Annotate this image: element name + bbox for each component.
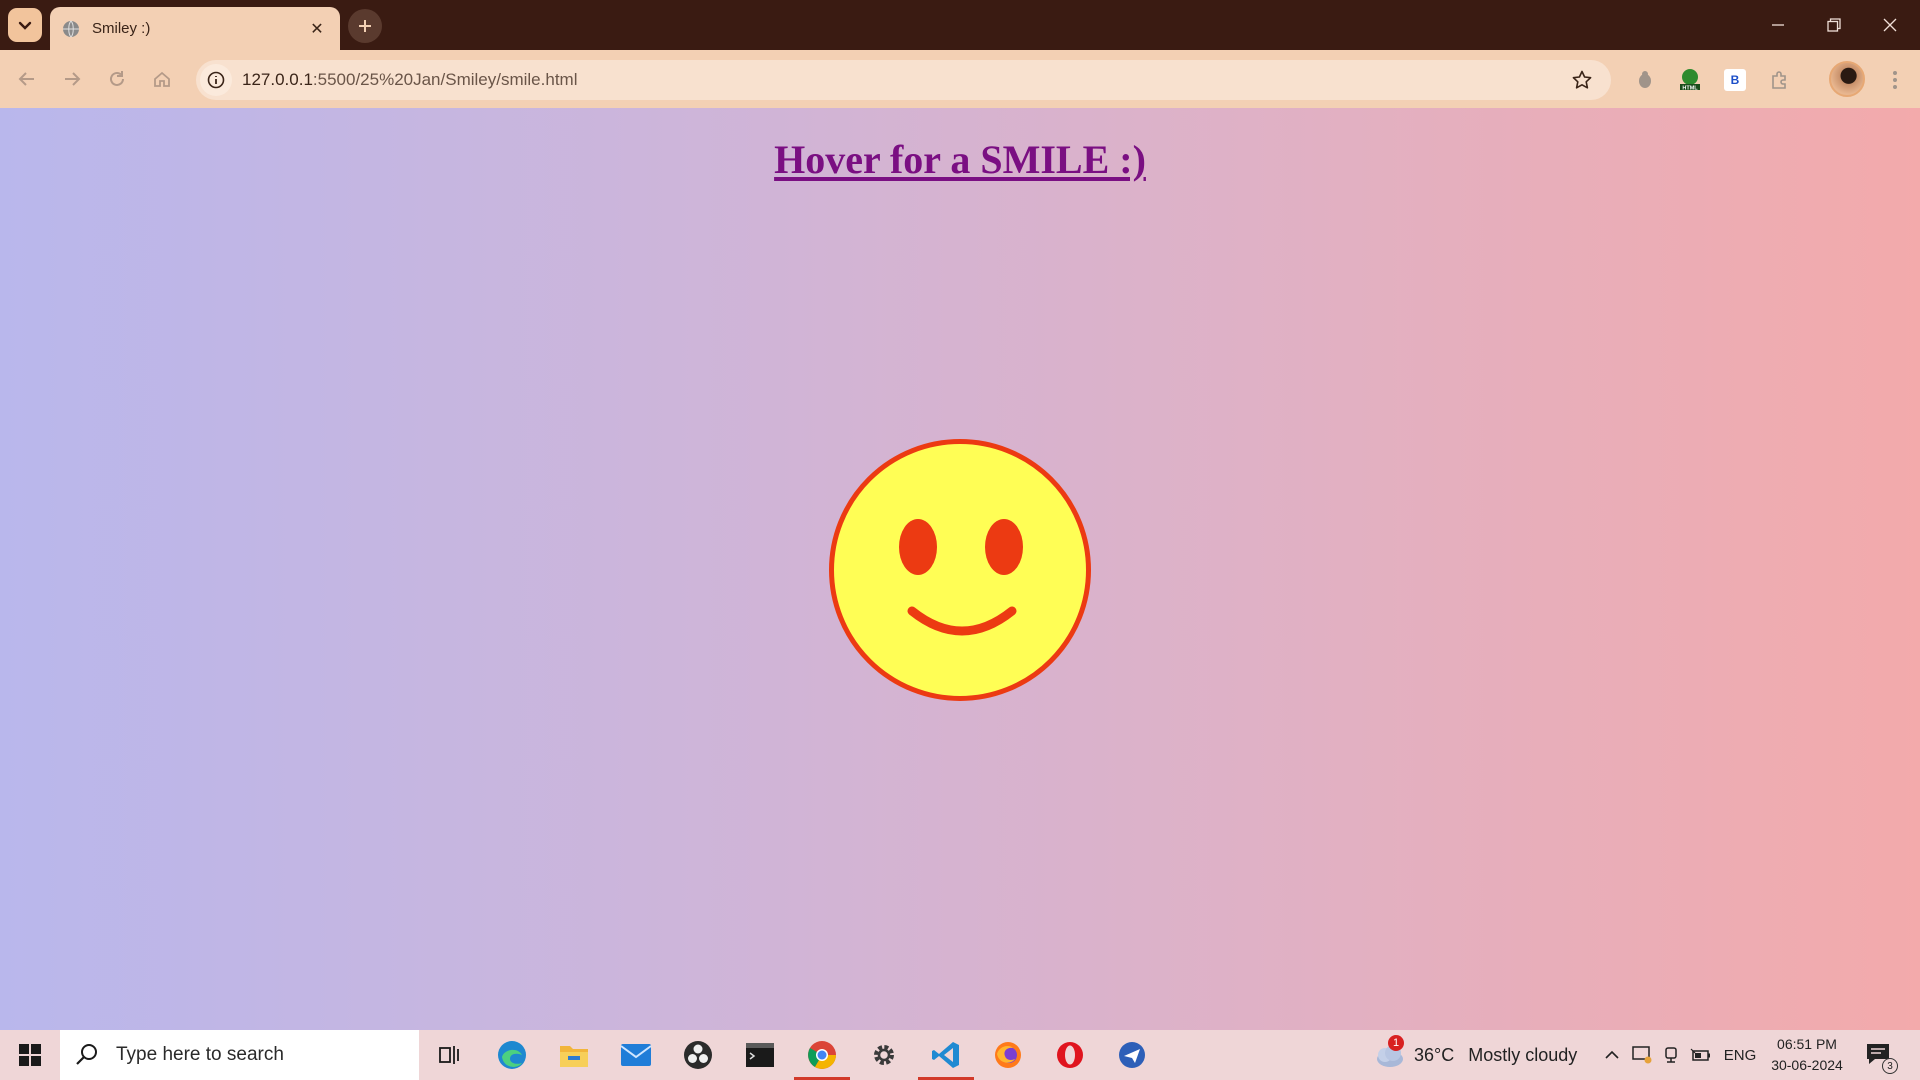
display-tray-button[interactable]: [1630, 1030, 1654, 1080]
restore-button[interactable]: [1806, 0, 1862, 50]
obs-icon: [684, 1041, 712, 1069]
page-content: Hover for a SMILE :): [0, 108, 1920, 1030]
file-explorer-icon: [560, 1046, 588, 1067]
gear-icon: [874, 1045, 894, 1065]
webcam-icon: [1665, 1047, 1677, 1063]
system-clock[interactable]: 06:51 PM 30-06-2024: [1762, 1034, 1852, 1076]
globe-icon: [63, 20, 79, 37]
task-view-icon: [439, 1046, 459, 1064]
settings-app[interactable]: [854, 1030, 914, 1080]
smile-mouth: [907, 606, 1017, 636]
back-button[interactable]: [10, 62, 44, 96]
terminal-app[interactable]: [730, 1030, 790, 1080]
browser-titlebar: Smiley :) ✕: [0, 0, 1920, 50]
close-tab-icon[interactable]: ✕: [306, 18, 328, 40]
vscode-app[interactable]: [916, 1030, 976, 1080]
profile-avatar[interactable]: [1829, 61, 1865, 97]
firefox-icon: [995, 1042, 1021, 1068]
home-icon: [154, 71, 170, 87]
tab-smiley[interactable]: Smiley :) ✕: [50, 7, 340, 50]
vscode-icon: [932, 1042, 959, 1068]
terminal-icon: [746, 1043, 774, 1067]
right-eye: [985, 519, 1023, 575]
mail-icon: [620, 1044, 652, 1066]
task-view-button[interactable]: [420, 1030, 480, 1080]
battery-icon: [1690, 1048, 1710, 1061]
extensions-button[interactable]: [1765, 65, 1795, 95]
send-icon: [1119, 1042, 1145, 1068]
puzzle-icon: [1772, 71, 1786, 89]
browser-menu-button[interactable]: [1880, 65, 1910, 95]
reload-icon: [110, 71, 124, 86]
chevron-up-icon: [1605, 1050, 1619, 1059]
bug-extension-icon: [1639, 71, 1651, 88]
show-hidden-icons-button[interactable]: [1600, 1030, 1624, 1080]
b-extension-button[interactable]: B: [1720, 65, 1750, 95]
cloud-icon: 1: [1372, 1035, 1406, 1069]
close-window-button[interactable]: [1862, 0, 1918, 50]
left-eye: [899, 519, 937, 575]
new-tab-button[interactable]: [348, 9, 382, 43]
url-text[interactable]: 127.0.0.1:5500/25%20Jan/Smiley/smile.htm…: [242, 70, 1565, 90]
reload-button[interactable]: [100, 62, 134, 96]
taskbar-search[interactable]: [60, 1030, 419, 1080]
bookmark-button[interactable]: [1565, 63, 1599, 97]
browser-toolbar: 127.0.0.1:5500/25%20Jan/Smiley/smile.htm…: [0, 50, 1920, 108]
weather-widget[interactable]: 1 36°C Mostly cloudy: [1372, 1030, 1577, 1080]
page-heading: Hover for a SMILE :): [774, 137, 1146, 182]
notification-center-button[interactable]: 3: [1862, 1038, 1898, 1074]
firefox-app[interactable]: [978, 1030, 1038, 1080]
edge-icon: [498, 1041, 526, 1069]
opera-app[interactable]: [1040, 1030, 1100, 1080]
html-extension-icon: HTML: [1680, 69, 1700, 92]
tab-search-button[interactable]: [8, 8, 42, 42]
weather-temperature: 36°C: [1414, 1044, 1455, 1065]
url-host: 127.0.0.1: [242, 70, 313, 89]
obs-app[interactable]: [668, 1030, 728, 1080]
camera-tray-button[interactable]: [1660, 1030, 1684, 1080]
html-extension-label: HTML: [1682, 86, 1698, 92]
address-bar[interactable]: 127.0.0.1:5500/25%20Jan/Smiley/smile.htm…: [196, 60, 1611, 100]
smiley-face[interactable]: [829, 439, 1091, 701]
more-vertical-icon: [1893, 71, 1897, 89]
windows-taskbar: 1 36°C Mostly cloudy ENG 06:51 PM 30-06-…: [0, 1030, 1920, 1080]
home-button[interactable]: [145, 62, 179, 96]
clock-date: 30-06-2024: [1771, 1057, 1843, 1073]
arrow-left-icon: [18, 72, 34, 86]
search-icon: [76, 1044, 97, 1065]
minimize-icon: [1772, 24, 1784, 26]
b-extension-icon: B: [1724, 69, 1746, 91]
puzzle-extension-button[interactable]: [1630, 65, 1660, 95]
chrome-icon: [808, 1041, 836, 1069]
chevron-down-icon: [18, 21, 32, 30]
restore-icon: [1827, 18, 1841, 32]
notification-count-badge: 3: [1882, 1058, 1898, 1074]
html-extension-button[interactable]: HTML: [1675, 65, 1705, 95]
minimize-button[interactable]: [1750, 0, 1806, 50]
opera-icon: [1057, 1042, 1083, 1068]
info-icon: [207, 71, 225, 89]
search-input[interactable]: [116, 1044, 396, 1066]
tab-title: Smiley :): [92, 20, 151, 37]
mail-app[interactable]: [606, 1030, 666, 1080]
windows-logo-icon: [19, 1044, 41, 1066]
start-button[interactable]: [10, 1035, 50, 1075]
forward-button[interactable]: [55, 62, 89, 96]
send-app[interactable]: [1102, 1030, 1162, 1080]
weather-condition: Mostly cloudy: [1468, 1044, 1578, 1065]
url-path: :5500/25%20Jan/Smiley/smile.html: [312, 70, 578, 89]
file-explorer-app[interactable]: [544, 1030, 604, 1080]
plus-icon: [359, 20, 371, 32]
clock-time: 06:51 PM: [1777, 1036, 1837, 1052]
monitor-icon: [1632, 1046, 1652, 1064]
battery-tray-button[interactable]: [1688, 1030, 1714, 1080]
weather-alert-badge: 1: [1388, 1035, 1404, 1051]
site-info-button[interactable]: [200, 64, 232, 96]
close-icon: [1883, 18, 1897, 32]
arrow-right-icon: [65, 72, 81, 86]
star-icon: [1572, 70, 1592, 89]
chrome-app[interactable]: [792, 1030, 852, 1080]
edge-app[interactable]: [482, 1030, 542, 1080]
language-indicator[interactable]: ENG: [1720, 1030, 1760, 1080]
